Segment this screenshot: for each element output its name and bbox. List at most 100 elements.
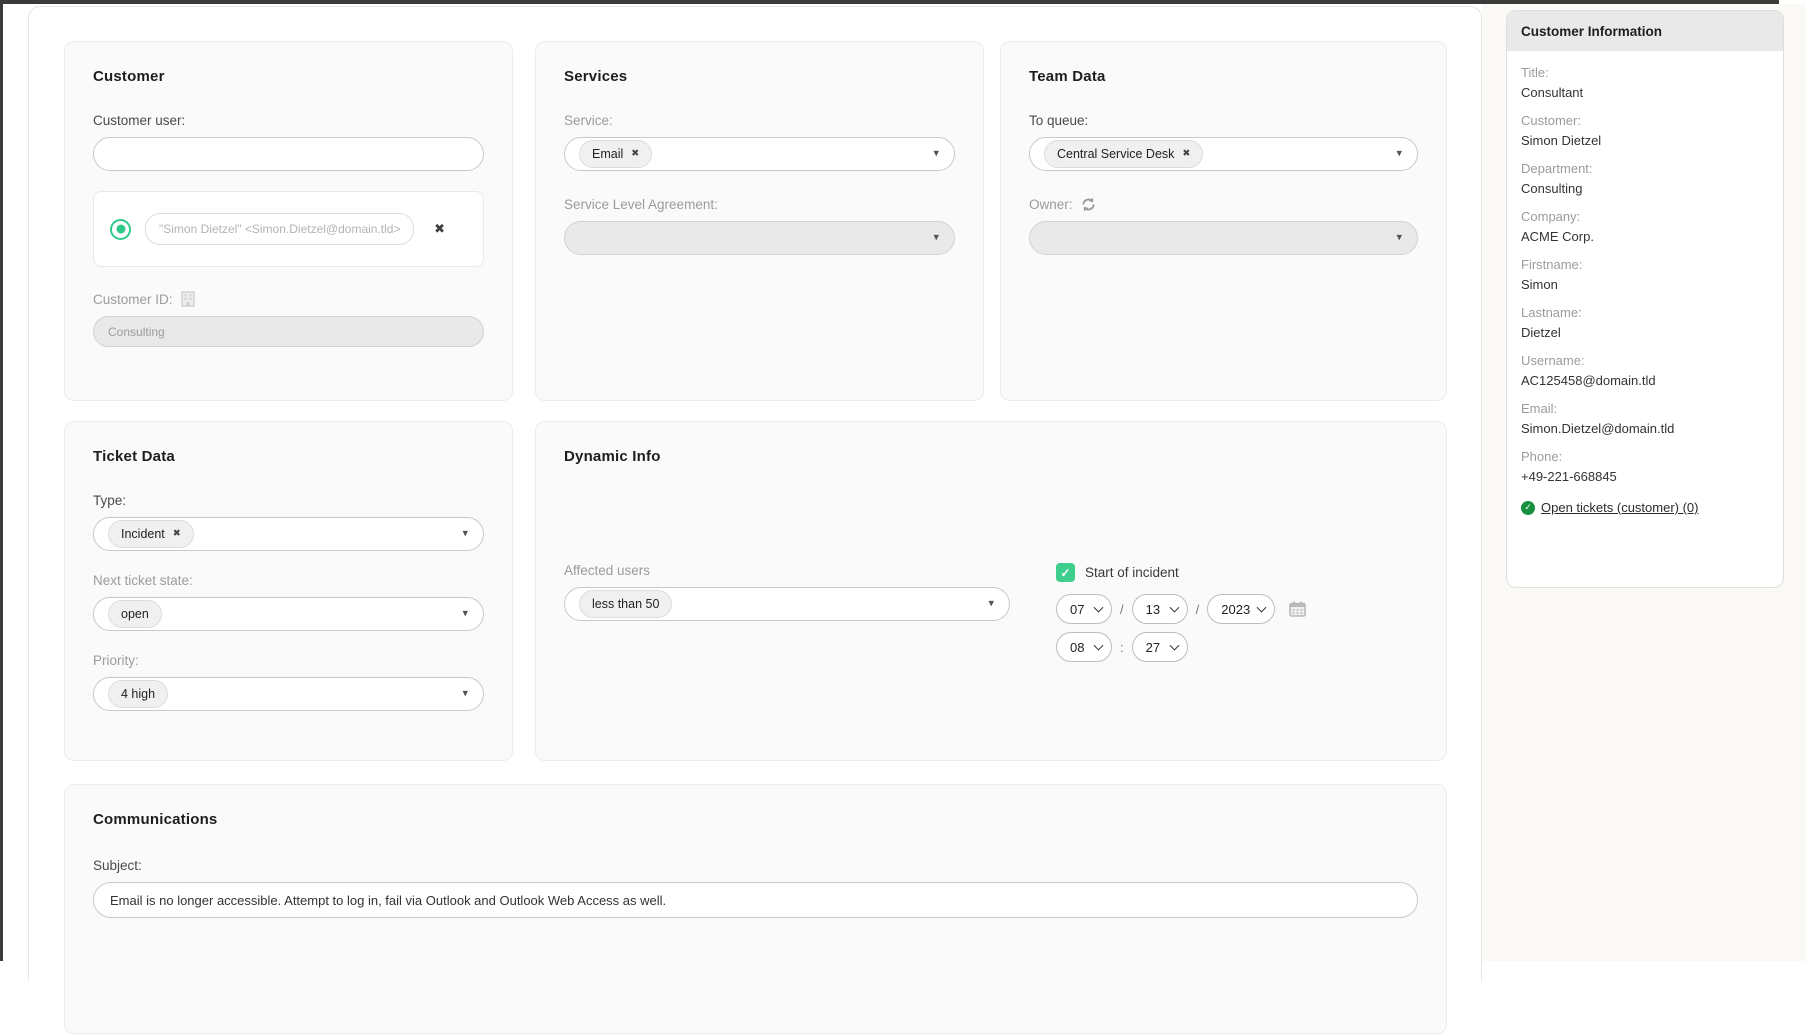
service-label: Service: <box>564 113 955 128</box>
field-value: ACME Corp. <box>1521 229 1769 244</box>
team-data-card-title: Team Data <box>1029 68 1418 85</box>
affected-users-select[interactable]: less than 50 ▾ <box>564 587 1010 621</box>
field-value: AC125458@domain.tld <box>1521 373 1769 388</box>
next-state-select[interactable]: open ▾ <box>93 597 484 631</box>
field-value: +49-221-668845 <box>1521 469 1769 484</box>
field-label: Company: <box>1521 209 1769 224</box>
remove-queue-button[interactable]: ✖ <box>1182 149 1190 159</box>
to-queue-select[interactable]: Central Service Desk ✖ ▾ <box>1029 137 1418 171</box>
date-separator: / <box>1196 602 1200 617</box>
date-separator: / <box>1120 602 1124 617</box>
subject-input[interactable] <box>108 892 1403 909</box>
customer-info-field-phone: Phone: +49-221-668845 <box>1521 449 1769 484</box>
field-label: Username: <box>1521 353 1769 368</box>
customer-info-field-customer: Customer: Simon Dietzel <box>1521 113 1769 148</box>
next-state-label: Next ticket state: <box>93 573 484 588</box>
field-value: Consulting <box>1521 181 1769 196</box>
customer-info-field-username: Username: AC125458@domain.tld <box>1521 353 1769 388</box>
communications-card: Communications Subject: <box>64 784 1447 1034</box>
customer-id-field: Consulting <box>93 316 484 347</box>
chevron-down-icon: ▾ <box>462 609 468 620</box>
team-data-card: Team Data To queue: Central Service Desk… <box>1000 41 1447 401</box>
start-minute-select-wrap: 27 <box>1132 632 1188 662</box>
field-label: Email: <box>1521 401 1769 416</box>
priority-label: Priority: <box>93 653 484 668</box>
customer-info-field-firstname: Firstname: Simon <box>1521 257 1769 292</box>
start-hour-select-wrap: 08 <box>1056 632 1112 662</box>
start-of-incident-checkbox[interactable]: ✓ <box>1056 563 1075 582</box>
field-label: Firstname: <box>1521 257 1769 272</box>
service-pill: Email ✖ <box>579 140 652 168</box>
customer-info-field-email: Email: Simon.Dietzel@domain.tld <box>1521 401 1769 436</box>
priority-select[interactable]: 4 high ▾ <box>93 677 484 711</box>
building-icon[interactable] <box>181 291 195 307</box>
affected-users-pill-label: less than 50 <box>592 597 659 611</box>
chevron-down-icon: ▾ <box>1396 149 1402 160</box>
calendar-icon[interactable] <box>1289 601 1306 617</box>
chevron-down-icon: ▾ <box>462 529 468 540</box>
priority-pill: 4 high <box>108 680 168 708</box>
customer-user-label: Customer user: <box>93 113 484 128</box>
remove-type-button[interactable]: ✖ <box>173 529 181 539</box>
type-pill-label: Incident <box>121 527 165 541</box>
start-of-incident-label: Start of incident <box>1085 565 1179 580</box>
selected-customer-pill: "Simon Dietzel" <Simon.Dietzel@domain.tl… <box>145 213 414 245</box>
chevron-down-icon: ▾ <box>933 149 939 160</box>
type-label: Type: <box>93 493 484 508</box>
customer-information-panel: Customer Information Title: Consultant C… <box>1506 10 1784 588</box>
start-hour-select[interactable]: 08 <box>1057 633 1111 661</box>
field-value: Simon Dietzel <box>1521 133 1769 148</box>
field-label: Title: <box>1521 65 1769 80</box>
ticket-data-card: Ticket Data Type: Incident ✖ ▾ Next tick… <box>64 421 513 761</box>
customer-user-input[interactable] <box>108 146 469 163</box>
field-value: Dietzel <box>1521 325 1769 340</box>
refresh-owner-icon[interactable] <box>1081 197 1096 212</box>
chevron-down-icon: ▾ <box>988 599 994 610</box>
chevron-down-icon: ▾ <box>1396 233 1402 244</box>
start-day-select[interactable]: 13 <box>1133 595 1187 623</box>
service-select[interactable]: Email ✖ ▾ <box>564 137 955 171</box>
customer-information-title: Customer Information <box>1507 11 1783 51</box>
field-label: Lastname: <box>1521 305 1769 320</box>
to-queue-label: To queue: <box>1029 113 1418 128</box>
chevron-down-icon: ▾ <box>462 689 468 700</box>
chevron-down-icon: ▾ <box>933 233 939 244</box>
customer-info-field-company: Company: ACME Corp. <box>1521 209 1769 244</box>
state-pill: open <box>108 600 162 628</box>
field-value: Simon <box>1521 277 1769 292</box>
subject-label: Subject: <box>93 858 1418 873</box>
field-value: Simon.Dietzel@domain.tld <box>1521 421 1769 436</box>
type-select[interactable]: Incident ✖ ▾ <box>93 517 484 551</box>
dynamic-info-card: Dynamic Info Affected users less than 50… <box>535 421 1447 761</box>
affected-users-label: Affected users <box>564 563 1010 578</box>
start-month-select-wrap: 07 <box>1056 594 1112 624</box>
remove-customer-button[interactable]: ✖ <box>434 221 445 237</box>
customer-info-field-title: Title: Consultant <box>1521 65 1769 100</box>
ticket-data-card-title: Ticket Data <box>93 448 484 465</box>
sla-select: ▾ <box>564 221 955 255</box>
field-value: Consultant <box>1521 85 1769 100</box>
customer-info-field-lastname: Lastname: Dietzel <box>1521 305 1769 340</box>
selected-customer-box: "Simon Dietzel" <Simon.Dietzel@domain.tl… <box>93 191 484 267</box>
start-year-select[interactable]: 2023 <box>1208 595 1274 623</box>
start-minute-select[interactable]: 27 <box>1133 633 1187 661</box>
remove-service-button[interactable]: ✖ <box>631 149 639 159</box>
selected-customer-radio-icon[interactable] <box>110 219 131 240</box>
open-tickets-link[interactable]: Open tickets (customer) (0) <box>1541 500 1699 515</box>
subject-field <box>93 882 1418 918</box>
start-month-select[interactable]: 07 <box>1057 595 1111 623</box>
service-pill-label: Email <box>592 147 623 161</box>
owner-label: Owner: <box>1029 197 1073 212</box>
field-label: Phone: <box>1521 449 1769 464</box>
customer-user-field <box>93 137 484 171</box>
time-separator: : <box>1120 640 1124 655</box>
owner-select: ▾ <box>1029 221 1418 255</box>
customer-id-value: Consulting <box>108 325 165 339</box>
open-tickets-check-icon: ✓ <box>1521 501 1535 515</box>
services-card-title: Services <box>564 68 955 85</box>
sla-label: Service Level Agreement: <box>564 197 955 212</box>
start-day-select-wrap: 13 <box>1132 594 1188 624</box>
services-card: Services Service: Email ✖ ▾ Service Leve… <box>535 41 984 401</box>
window-left-edge <box>0 0 3 961</box>
customer-id-label: Customer ID: <box>93 292 173 307</box>
